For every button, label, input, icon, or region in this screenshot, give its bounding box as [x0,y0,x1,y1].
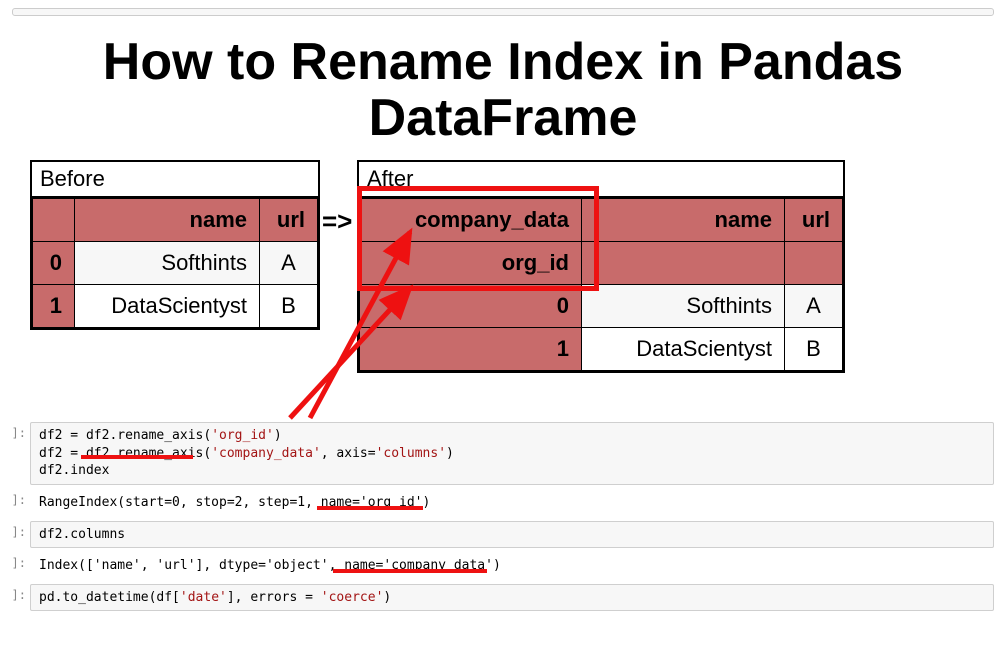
before-hdr-blank [33,199,75,242]
after-hdr-url: url [785,199,843,242]
page-title: How to Rename Index in Pandas DataFrame [40,34,966,146]
before-idx-0: 0 [33,242,75,285]
after-idx-0: 0 [360,285,582,328]
after-url-1: B [785,328,843,371]
after-url-0: A [785,285,843,328]
after-blank-name [582,242,785,285]
after-idx-1: 1 [360,328,582,371]
cell-1: df2 = df2.rename_axis('org_id') df2 = df… [30,422,994,485]
cell-2-out-row: ]: Index(['name', 'url'], dtype='object'… [0,552,1006,580]
cell-2: df2.columns [30,521,994,549]
cell-1-out: RangeIndex(start=0, stop=2, step=1, name… [30,489,994,517]
after-hdr-name: name [582,199,785,242]
after-table: company_data name url org_id 0 Softhints… [359,198,843,371]
before-caption: Before [32,162,318,198]
after-name-0: Softhints [582,285,785,328]
cell-3: pd.to_datetime(df['date'], errors = 'coe… [30,584,994,612]
after-name-1: DataScientyst [582,328,785,371]
underline-company [333,569,487,573]
after-table-wrap: After company_data name url org_id 0 Sof… [357,160,845,373]
before-hdr-name: name [75,199,260,242]
tables-area: Before name url 0 Softhints A 1 DataScie… [30,158,976,418]
before-url-1: B [260,285,318,328]
before-table-wrap: Before name url 0 Softhints A 1 DataScie… [30,160,320,330]
underline-orgid [317,506,423,510]
arrow-symbol: => [322,206,352,237]
after-caption: After [359,162,843,198]
cell-3-row: ]: pd.to_datetime(df['date'], errors = '… [0,584,1006,612]
after-hdr-company: company_data [360,199,582,242]
cell-1-out-row: ]: RangeIndex(start=0, stop=2, step=1, n… [0,489,1006,517]
cell-2-out-prompt: ]: [0,552,30,570]
cell-1-row: ]: df2 = df2.rename_axis('org_id') df2 =… [0,422,1006,485]
before-hdr-url: url [260,199,318,242]
cell-2-prompt: ]: [0,521,30,539]
cell-1-out-prompt: ]: [0,489,30,507]
before-name-0: Softhints [75,242,260,285]
before-url-0: A [260,242,318,285]
before-name-1: DataScientyst [75,285,260,328]
after-idx-name: org_id [360,242,582,285]
cell-1-prompt: ]: [0,422,30,440]
cell-2-out: Index(['name', 'url'], dtype='object', n… [30,552,994,580]
underline-rename-axis [81,455,193,459]
cell-2-row: ]: df2.columns [0,521,1006,549]
before-idx-1: 1 [33,285,75,328]
before-table: name url 0 Softhints A 1 DataScientyst B [32,198,318,328]
topbar-strip [12,8,994,16]
cell-3-prompt: ]: [0,584,30,602]
after-blank-url [785,242,843,285]
